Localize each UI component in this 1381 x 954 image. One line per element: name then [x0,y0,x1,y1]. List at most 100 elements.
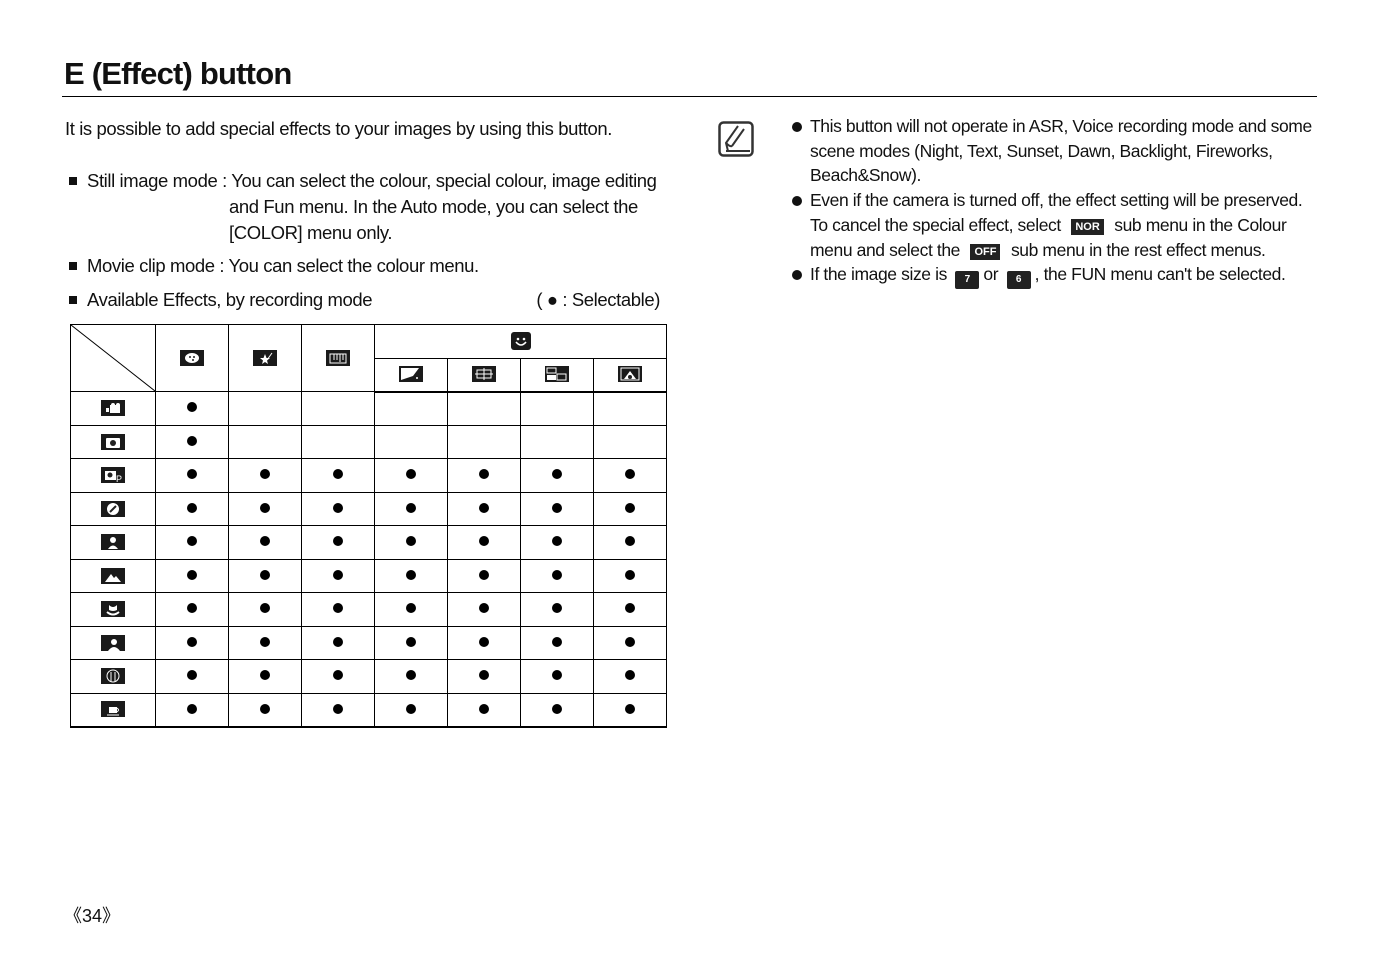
still-label: Still image mode : [87,170,232,191]
effect-cell [593,424,667,459]
mode-cell [70,625,156,660]
selectable-dot-icon [333,569,343,580]
effect-cell [447,592,521,627]
colour-palette-icon [180,349,204,366]
mode-cell [70,659,156,694]
col-header-image-editing [301,324,375,392]
program-icon: P [101,467,125,484]
effect-cell [374,391,448,426]
mode-cell [70,525,156,560]
selectable-dot-icon [479,502,489,513]
table-row [70,491,667,526]
mode-cell [70,424,156,459]
effect-cell [301,659,375,694]
selectable-dot-icon [187,536,197,547]
effect-cell [374,424,448,459]
selectable-dot-icon [187,569,197,580]
selectable-dot-icon [552,636,562,647]
selectable-dot-icon [406,469,416,480]
svg-text:P: P [116,474,122,483]
selectable-dot-icon [552,502,562,513]
selectable-dot-icon [406,636,416,647]
effect-cell [155,659,229,694]
table-row [70,525,667,560]
note-item: This button will not operate in ASR, Voi… [792,114,1312,188]
table-row: P [70,458,667,493]
movie-clip-mode-item: Movie clip mode : You can select the col… [65,253,479,279]
selectable-dot-icon [260,536,270,547]
effect-cell [593,491,667,526]
selectable-dot-icon [260,670,270,681]
selectable-dot-icon [187,402,197,413]
effect-cell [301,491,375,526]
note-pencil-icon [718,121,754,157]
selectable-dot-icon [625,603,635,614]
mode-cell: P [70,458,156,493]
cafe-icon [101,701,125,718]
effect-cell [520,391,594,426]
effect-cell [593,625,667,660]
note-text: , the FUN menu can't be selected. [1034,264,1286,285]
effect-cell [447,525,521,560]
mode-cell [70,391,156,426]
effect-cell [374,592,448,627]
effects-table: P [70,324,667,728]
table-row [70,391,667,426]
effect-cell [374,525,448,560]
selectable-dot-icon [552,469,562,480]
note-text: If the image size is [810,264,947,285]
table-row [70,659,667,694]
selectable-dot-icon [260,502,270,513]
col-header-fun-cartoon [374,357,448,393]
effect-cell [447,491,521,526]
square-bullet-icon [69,177,77,185]
selectable-dot-icon [333,636,343,647]
table-row [70,692,667,728]
auto-icon [101,433,125,450]
available-effects-item: Available Effects, by recording mode ( ●… [65,287,660,313]
selectable-dot-icon [625,670,635,681]
intro-text: It is possible to add special effects to… [65,118,612,139]
effect-cell [301,692,375,728]
selectable-dot-icon [625,502,635,513]
fun-cartoon-icon [399,366,423,383]
selectable-dot-icon [406,569,416,580]
selectable-dot-icon [552,536,562,547]
selectable-dot-icon [625,636,635,647]
square-bullet-icon [69,262,77,270]
effect-cell [301,424,375,459]
selectable-dot-icon [406,603,416,614]
effect-cell [228,692,302,728]
effect-cell [447,424,521,459]
selectable-dot-icon [406,670,416,681]
effect-cell [228,558,302,593]
effect-cell [374,625,448,660]
still-line-2: and Fun menu. In the Auto mode, you can … [229,196,638,217]
image-editing-icon [326,349,350,366]
selectable-dot-icon [479,703,489,714]
portrait-scene-icon [101,534,125,551]
effect-cell [374,458,448,493]
effect-cell [155,424,229,459]
fun-sticker-icon [618,366,642,383]
landscape-icon [101,567,125,584]
selectable-dot-icon [479,670,489,681]
image-size-7m-icon: 7 [955,271,980,290]
selectable-dot-icon [479,536,489,547]
note-text: or [983,264,999,285]
fun-photo-frame-icon [472,366,496,383]
effect-cell [301,625,375,660]
effect-cell [228,659,302,694]
effect-cell [301,558,375,593]
selectable-dot-icon [260,603,270,614]
title-rule [62,96,1317,97]
selectable-dot-icon [625,569,635,580]
effect-cell [447,659,521,694]
effect-cell [593,458,667,493]
effect-cell [447,391,521,426]
effect-cell [520,558,594,593]
col-header-colour [155,324,229,392]
effect-cell [447,692,521,728]
selectable-dot-icon [187,670,197,681]
movie-clip-icon [101,400,125,417]
